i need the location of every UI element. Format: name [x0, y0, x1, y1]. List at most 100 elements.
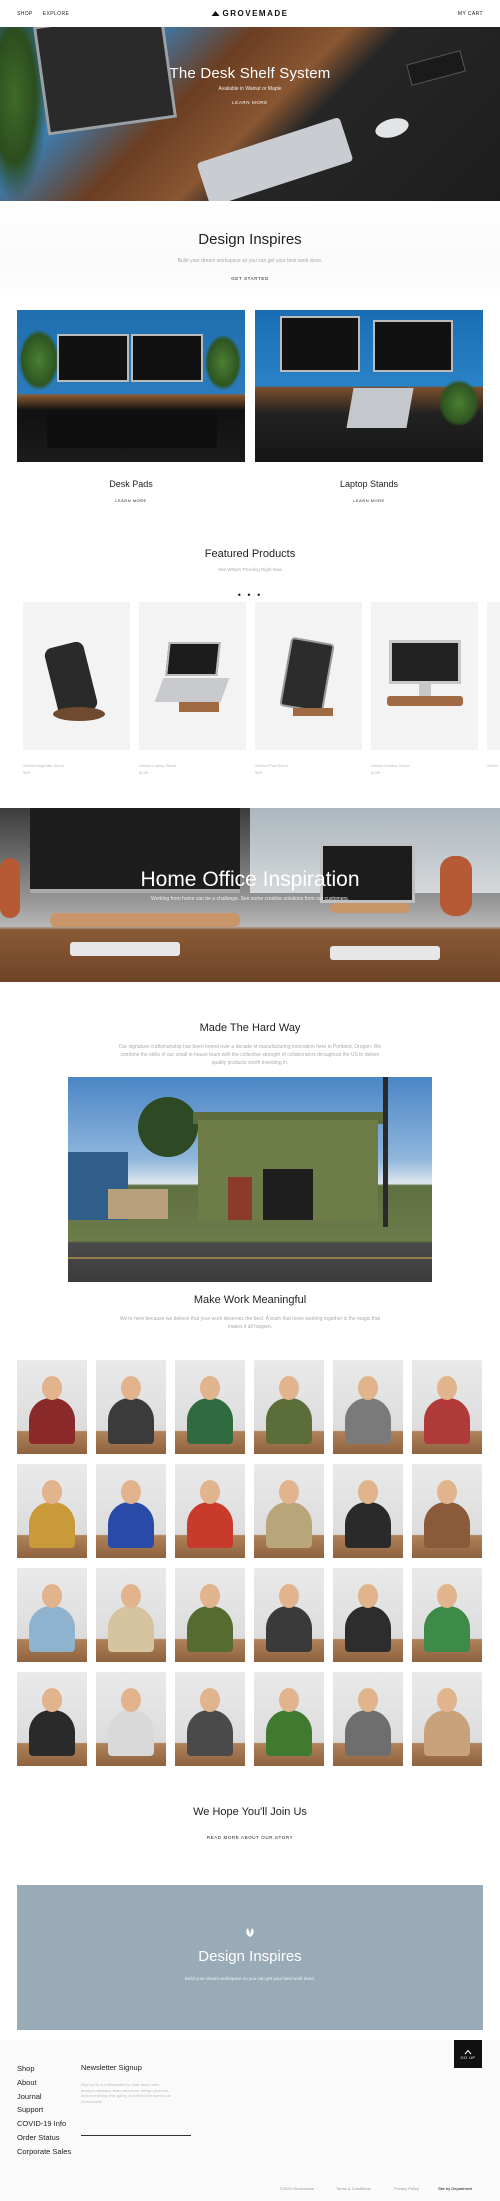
- terms-link[interactable]: Terms & Conditions: [336, 2186, 371, 2191]
- fence: [108, 1189, 168, 1219]
- portrait-head: [437, 1376, 457, 1400]
- ipad: [279, 636, 335, 714]
- brand-logo[interactable]: GROVEMADE: [211, 9, 289, 18]
- footer-link-support[interactable]: Support: [17, 2103, 71, 2117]
- join-title: We Hope You'll Join Us: [193, 1806, 307, 1818]
- portrait-head: [279, 1376, 299, 1400]
- portrait-head: [358, 1584, 378, 1608]
- desk-pads-image[interactable]: [17, 310, 245, 462]
- footer-link-corporate-sales[interactable]: Corporate Sales: [17, 2145, 71, 2159]
- imac: [280, 316, 360, 372]
- site-footer: [0, 2040, 500, 2201]
- product-price-3: $199: [371, 770, 380, 775]
- portrait-head: [121, 1688, 141, 1712]
- portrait-head: [42, 1584, 62, 1608]
- nav-shop-link[interactable]: SHOP: [17, 11, 33, 17]
- road-line: [68, 1257, 432, 1259]
- privacy-link[interactable]: Privacy Policy: [394, 2186, 419, 2191]
- portrait-body: [424, 1398, 470, 1444]
- portrait-body: [187, 1710, 233, 1756]
- portrait-body: [187, 1502, 233, 1548]
- portrait-body: [29, 1606, 75, 1652]
- footer-link-about[interactable]: About: [17, 2076, 71, 2090]
- portrait-body: [424, 1502, 470, 1548]
- back-to-top-button[interactable]: GO UP: [454, 2040, 482, 2068]
- team-member-photo: [96, 1464, 166, 1558]
- carousel-dots[interactable]: • • •: [0, 590, 500, 600]
- portrait-body: [108, 1710, 154, 1756]
- back-to-top-label: GO UP: [460, 2054, 476, 2060]
- plant-right: [205, 335, 241, 390]
- design-inspires-subtitle: Build your dream workspace so you can ge…: [177, 258, 323, 264]
- newsletter-title: Newsletter Signup: [81, 2063, 142, 2072]
- portrait-head: [121, 1376, 141, 1400]
- laptop-stands-learn-more-link[interactable]: LEARN MORE: [255, 498, 483, 503]
- product-card-magsafe[interactable]: [23, 602, 130, 750]
- team-member-photo: [17, 1360, 87, 1454]
- laptop-base: [154, 678, 230, 702]
- portrait-head: [358, 1480, 378, 1504]
- product-card-laptop-stand[interactable]: [139, 602, 246, 750]
- portrait-head: [358, 1688, 378, 1712]
- office-keyboard-2: [330, 946, 440, 960]
- footer-link-shop[interactable]: Shop: [17, 2062, 71, 2076]
- leaf-icon: [246, 1928, 254, 1937]
- monitor-stand-wood: [387, 696, 463, 706]
- laptop: [346, 388, 414, 428]
- footer-link-journal[interactable]: Journal: [17, 2090, 71, 2104]
- portrait-head: [42, 1688, 62, 1712]
- team-member-photo: [175, 1360, 245, 1454]
- team-member-photo: [175, 1464, 245, 1558]
- product-name-partial: Walnu: [487, 763, 499, 768]
- newsletter-email-input[interactable]: [81, 2128, 191, 2136]
- portrait-body: [424, 1606, 470, 1652]
- portrait-head: [42, 1376, 62, 1400]
- product-card-partial[interactable]: [487, 602, 500, 750]
- footer-link-covid[interactable]: COVID-19 Info: [17, 2117, 71, 2131]
- page: SHOP EXPLORE GROVEMADE MY CART The Desk …: [0, 0, 500, 2201]
- product-card-monitor-stand[interactable]: [371, 602, 478, 750]
- team-member-photo: [175, 1568, 245, 1662]
- nav-explore-link[interactable]: EXPLORE: [43, 11, 69, 17]
- product-card-ipad-stand[interactable]: [255, 602, 362, 750]
- laptop-stands-image[interactable]: [255, 310, 483, 462]
- featured-products-title: Featured Products: [204, 548, 296, 560]
- monitor-riser: [50, 913, 240, 927]
- banner-title: Design Inspires: [198, 1948, 302, 1965]
- laptop-screen: [165, 642, 221, 676]
- portrait-body: [29, 1398, 75, 1444]
- tree: [138, 1097, 198, 1157]
- newsletter-text: Sign up to our Newsletter to hear about …: [81, 2082, 171, 2104]
- site-credit-link[interactable]: Site by Department: [438, 2186, 472, 2191]
- desk-pads-label: Desk Pads: [109, 479, 153, 489]
- team-member-photo: [17, 1464, 87, 1558]
- portrait-body: [345, 1398, 391, 1444]
- portrait-body: [345, 1502, 391, 1548]
- utility-pole: [383, 1077, 388, 1227]
- red-door: [228, 1177, 252, 1220]
- footer-link-order-status[interactable]: Order Status: [17, 2131, 71, 2145]
- hero-learn-more-link[interactable]: LEARN MORE: [0, 100, 500, 105]
- stand-base: [53, 707, 105, 721]
- site-header: SHOP EXPLORE GROVEMADE MY CART: [0, 0, 500, 27]
- portrait-body: [108, 1398, 154, 1444]
- laptop-stands-label: Laptop Stands: [339, 479, 399, 489]
- portrait-body: [187, 1398, 233, 1444]
- portrait-body: [29, 1502, 75, 1548]
- meaningful-title: Make Work Meaningful: [193, 1294, 307, 1306]
- product-name-0: Walnut MagSafe Stand: [23, 763, 64, 768]
- team-member-photo: [254, 1568, 324, 1662]
- desk-pads-learn-more-link[interactable]: LEARN MORE: [17, 498, 245, 503]
- portrait-body: [345, 1606, 391, 1652]
- portrait-body: [266, 1606, 312, 1652]
- team-member-photo: [412, 1360, 482, 1454]
- cart-link[interactable]: MY CART: [458, 11, 483, 17]
- portrait-head: [437, 1688, 457, 1712]
- team-member-photo: [333, 1568, 403, 1662]
- hero-title: The Desk Shelf System: [169, 65, 331, 82]
- portrait-head: [437, 1480, 457, 1504]
- read-story-link[interactable]: READ MORE ABOUT OUR STORY: [0, 1835, 500, 1840]
- team-member-photo: [333, 1360, 403, 1454]
- get-started-link[interactable]: GET STARTED: [0, 276, 500, 281]
- team-member-photo: [254, 1360, 324, 1454]
